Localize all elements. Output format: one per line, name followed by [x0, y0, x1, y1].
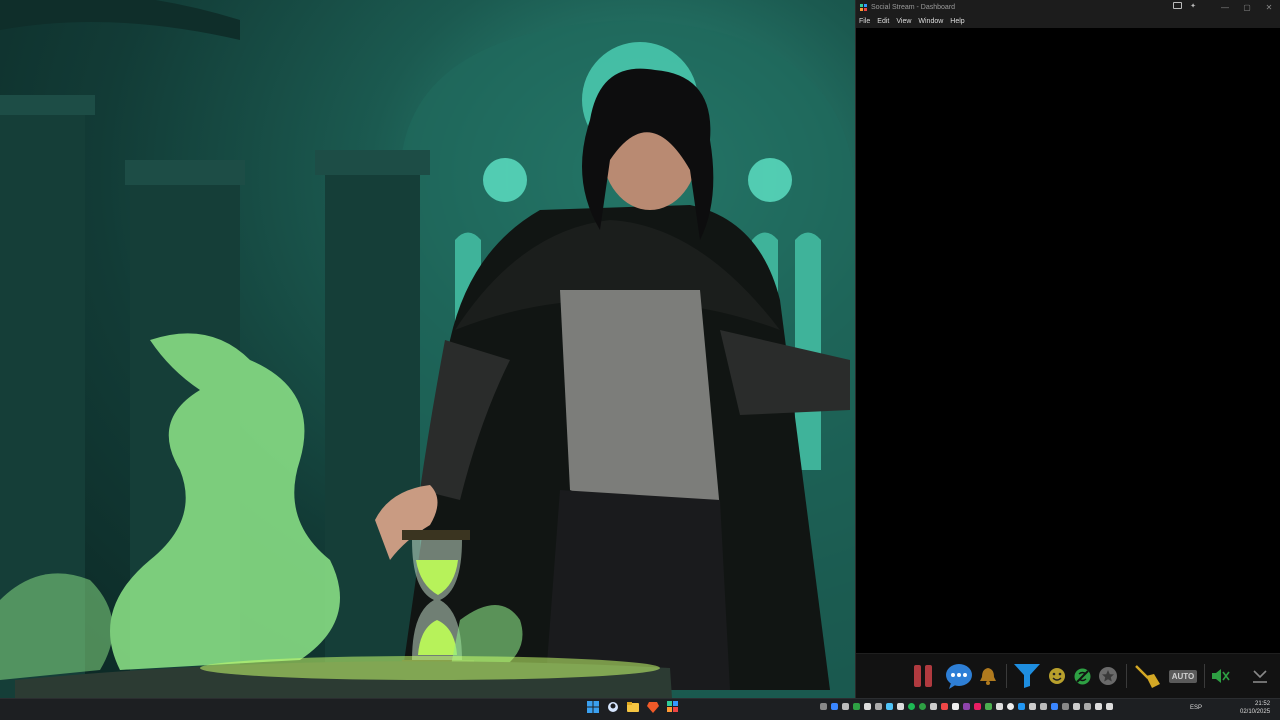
minimize-button[interactable]: —	[1214, 3, 1236, 12]
chat-bubble-icon	[946, 664, 972, 689]
social-stream-taskbar-icon[interactable]	[667, 701, 679, 713]
bell-icon	[980, 668, 996, 685]
pause-button[interactable]	[908, 654, 938, 698]
social-stream-logo-icon	[860, 3, 867, 11]
wifi-icon[interactable]	[1095, 703, 1102, 710]
tray-app-icon[interactable]	[842, 703, 849, 710]
camera-icon[interactable]	[1173, 2, 1183, 9]
tray-app-icon[interactable]	[1073, 703, 1080, 710]
mute-button[interactable]	[1208, 654, 1234, 698]
star-button[interactable]	[1096, 654, 1120, 698]
menu-bar: File Edit View Window Help	[856, 14, 1280, 29]
taskbar-apps	[587, 701, 679, 713]
auto-icon: AUTO	[1168, 669, 1198, 683]
tray-app-icon[interactable]	[897, 703, 904, 710]
menu-file[interactable]: File	[859, 18, 870, 25]
broom-icon	[1135, 665, 1160, 688]
filter-button[interactable]	[1012, 654, 1042, 698]
tray-app-icon[interactable]	[1018, 703, 1025, 710]
volume-icon[interactable]	[1106, 703, 1113, 710]
clock[interactable]: 21:52 02/10/2025	[1240, 700, 1270, 716]
tray-app-icon[interactable]	[985, 703, 992, 710]
tray-app-icon[interactable]	[1007, 703, 1014, 710]
filter-icon	[1014, 664, 1040, 688]
emoji-button[interactable]	[1046, 654, 1068, 698]
system-tray	[820, 703, 1113, 710]
window-titlebar[interactable]: Social Stream - Dashboard ✦ — ▢ ✕	[856, 0, 1280, 14]
brave-browser-icon[interactable]	[647, 701, 659, 713]
file-explorer-icon[interactable]	[627, 701, 639, 713]
pause-icon	[914, 665, 932, 687]
windows-start-icon[interactable]	[587, 701, 599, 713]
menu-window[interactable]: Window	[918, 18, 943, 25]
chevron-up-icon[interactable]	[820, 703, 827, 710]
close-button[interactable]: ✕	[1258, 3, 1280, 12]
auto-button[interactable]: AUTO	[1166, 654, 1200, 698]
pin-icon[interactable]: ✦	[1190, 2, 1196, 10]
menu-view[interactable]: View	[896, 18, 911, 25]
dashboard-toolbar: AUTO	[856, 653, 1280, 698]
star-icon	[1099, 667, 1117, 685]
tray-app-icon[interactable]	[864, 703, 871, 710]
tray-app-icon[interactable]	[1084, 703, 1091, 710]
toolbar-divider	[1006, 664, 1007, 688]
maximize-button[interactable]: ▢	[1236, 3, 1258, 12]
download-icon	[1253, 670, 1267, 683]
language-indicator[interactable]: ESP	[1190, 705, 1202, 711]
mute-icon	[1212, 669, 1230, 683]
tray-app-icon[interactable]	[996, 703, 1003, 710]
tray-app-icon[interactable]	[886, 703, 893, 710]
tray-app-icon[interactable]	[1062, 703, 1069, 710]
tray-app-icon[interactable]	[853, 703, 860, 710]
tray-app-icon[interactable]	[875, 703, 882, 710]
toolbar-divider	[1126, 664, 1127, 688]
wallpaper-illustration	[0, 0, 855, 698]
tray-app-icon[interactable]	[1040, 703, 1047, 710]
desktop-wallpaper	[0, 0, 855, 698]
menu-edit[interactable]: Edit	[877, 18, 889, 25]
tray-app-icon[interactable]	[952, 703, 959, 710]
collapse-button[interactable]	[1248, 654, 1272, 698]
tray-app-icon[interactable]	[919, 703, 926, 710]
taskbar: ESP 21:52 02/10/2025	[0, 698, 1280, 720]
clear-button[interactable]	[1132, 654, 1162, 698]
dashboard-content	[856, 28, 1280, 654]
social-stream-window: Social Stream - Dashboard ✦ — ▢ ✕ File E…	[855, 0, 1280, 698]
translate-button[interactable]	[1070, 654, 1094, 698]
emoji-icon	[1049, 668, 1065, 684]
tray-app-icon[interactable]	[963, 703, 970, 710]
menu-help[interactable]: Help	[950, 18, 964, 25]
tray-app-icon[interactable]	[941, 703, 948, 710]
toolbar-divider	[1204, 664, 1205, 688]
translate-icon	[1074, 668, 1090, 684]
tray-app-icon[interactable]	[908, 703, 915, 710]
tray-app-icon[interactable]	[1051, 703, 1058, 710]
clock-time: 21:52	[1255, 701, 1271, 707]
window-title: Social Stream - Dashboard	[871, 3, 956, 11]
teams-icon[interactable]	[607, 701, 619, 713]
chat-button[interactable]	[944, 654, 974, 698]
tray-app-icon[interactable]	[1029, 703, 1036, 710]
tray-app-icon[interactable]	[930, 703, 937, 710]
tray-app-icon[interactable]	[974, 703, 981, 710]
tray-app-icon[interactable]	[831, 703, 838, 710]
clock-date: 02/10/2025	[1240, 709, 1271, 715]
notifications-button[interactable]	[976, 654, 1000, 698]
